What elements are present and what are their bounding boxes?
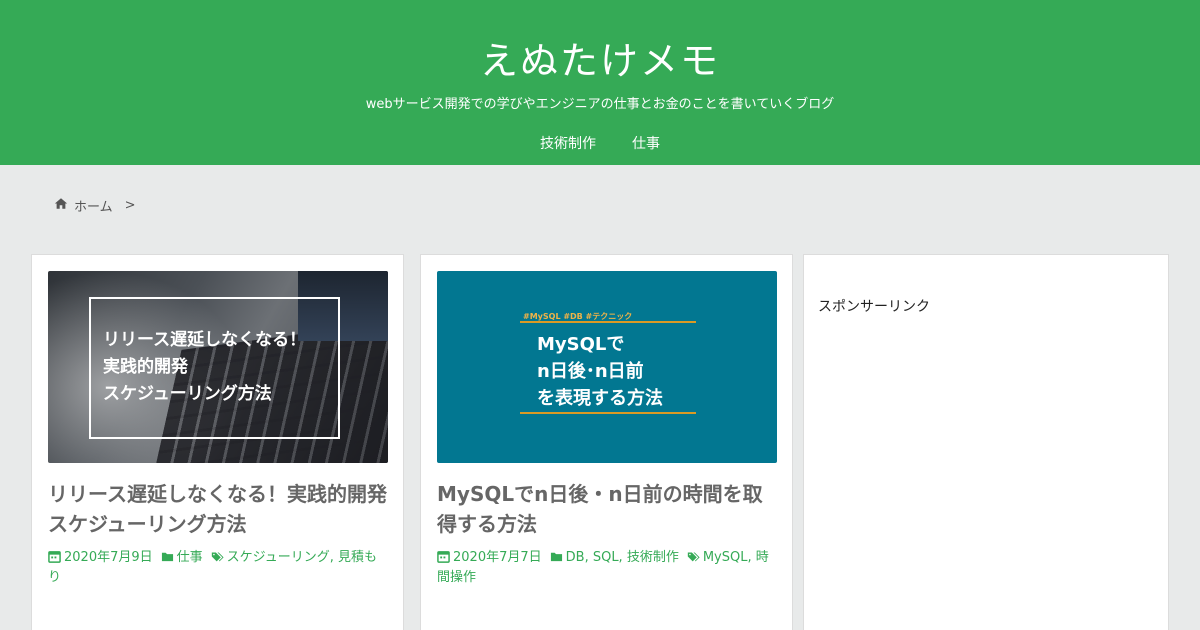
post-category[interactable]: DB, SQL, 技術制作	[566, 550, 679, 565]
home-icon	[54, 197, 68, 214]
global-nav: 技術制作 仕事	[0, 133, 1200, 153]
calendar-icon	[48, 550, 64, 565]
post-thumbnail[interactable]: #MySQL #DB #テクニック MySQLで n日後･n日前 を表現する方法	[437, 271, 777, 463]
calendar-icon	[437, 550, 453, 565]
post-title[interactable]: リリース遅延しなくなる！実践的開発スケジューリング方法	[48, 479, 393, 539]
post-date: 2020年7月7日	[453, 550, 542, 565]
post-date: 2020年7月9日	[64, 550, 153, 565]
thumbnail-rule-top	[520, 321, 696, 323]
tags-icon	[211, 550, 227, 565]
site-title[interactable]: えぬたけメモ	[0, 30, 1200, 85]
folder-icon	[550, 550, 566, 565]
folder-icon	[161, 550, 177, 565]
breadcrumb: ホーム >	[54, 196, 136, 215]
breadcrumb-separator: >	[124, 198, 136, 213]
post-category[interactable]: 仕事	[177, 550, 203, 565]
post-card[interactable]: #MySQL #DB #テクニック MySQLで n日後･n日前 を表現する方法…	[420, 254, 793, 630]
post-meta: 2020年7月9日 仕事 スケジューリング, 見積もり	[48, 548, 388, 588]
sponsor-link-label: スポンサーリンク	[818, 299, 930, 315]
post-title[interactable]: MySQLでn日後・n日前の時間を取得する方法	[437, 479, 782, 539]
tags-icon	[687, 550, 703, 565]
nav-item-tech[interactable]: 技術制作	[540, 133, 596, 153]
sidebar: スポンサーリンク	[803, 254, 1169, 630]
post-meta: 2020年7月7日 DB, SQL, 技術制作 MySQL, 時間操作	[437, 548, 777, 588]
post-thumbnail[interactable]: リリース遅延しなくなる！ 実践的開発 スケジューリング方法	[48, 271, 388, 463]
breadcrumb-home-link[interactable]: ホーム	[74, 196, 113, 215]
thumbnail-rule-bottom	[520, 412, 696, 414]
site-description: webサービス開発での学びやエンジニアの仕事とお金のことを書いていくブログ	[365, 97, 835, 112]
site-header: えぬたけメモ webサービス開発での学びやエンジニアの仕事とお金のことを書いてい…	[0, 0, 1200, 165]
thumbnail-text: リリース遅延しなくなる！ 実践的開発 スケジューリング方法	[103, 330, 307, 404]
nav-item-work[interactable]: 仕事	[632, 133, 660, 153]
thumbnail-text: MySQLで n日後･n日前 を表現する方法	[537, 334, 663, 409]
post-card[interactable]: リリース遅延しなくなる！ 実践的開発 スケジューリング方法 リリース遅延しなくな…	[31, 254, 404, 630]
